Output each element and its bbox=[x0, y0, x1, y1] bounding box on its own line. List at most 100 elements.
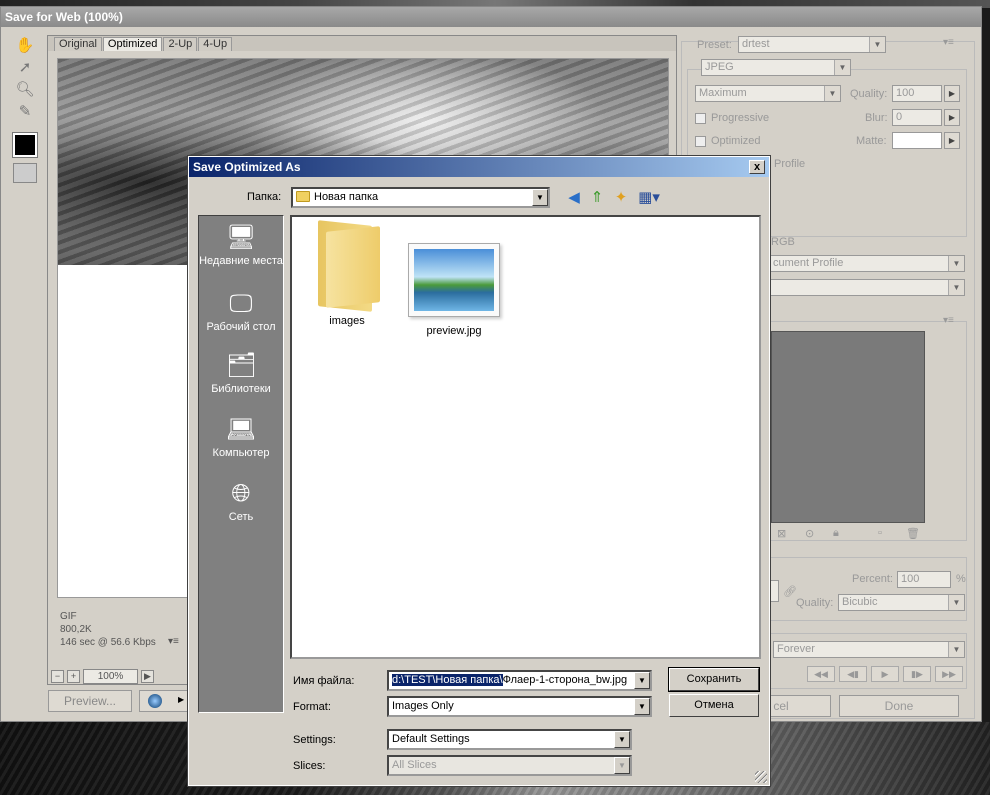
progressive-label: Progressive bbox=[711, 112, 770, 124]
settings-combo[interactable]: Default Settings ▼ bbox=[387, 729, 632, 750]
tab-optimized[interactable]: Optimized bbox=[102, 37, 163, 51]
lock-color-icon[interactable]: 🔒︎ bbox=[833, 527, 839, 540]
looping-dropdown[interactable]: Forever bbox=[773, 641, 965, 658]
progressive-checkbox[interactable] bbox=[695, 113, 706, 124]
blur-slider-arrow[interactable]: ▶ bbox=[944, 109, 960, 126]
network-icon: 🌐︎ bbox=[231, 480, 251, 507]
info-format: GIF bbox=[60, 611, 77, 622]
tools-panel: ✋ ➚ 🔍︎ ✎ bbox=[11, 35, 39, 183]
file-item-folder[interactable]: images bbox=[302, 220, 392, 327]
preview-button[interactable]: Preview... bbox=[48, 690, 132, 712]
rgb-label: RGB bbox=[771, 236, 795, 248]
sfw-done-button[interactable]: Done bbox=[839, 695, 959, 717]
filename-input[interactable]: d:\TEST\Новая папка\Флаер-1-сторона_bw.j… bbox=[387, 670, 652, 691]
next-frame-button[interactable]: ▮▶ bbox=[903, 666, 931, 682]
browser-icon bbox=[148, 694, 162, 708]
new-color-icon[interactable]: ▫ bbox=[878, 527, 882, 539]
settings-label: Settings: bbox=[293, 734, 336, 746]
settings-combo-arrow[interactable]: ▼ bbox=[614, 731, 630, 748]
file-list[interactable]: images preview.jpg bbox=[290, 215, 761, 659]
quality-slider-arrow[interactable]: ▶ bbox=[944, 85, 960, 102]
desktop-icon: 🖵︎ bbox=[229, 290, 253, 317]
new-folder-icon[interactable]: ✦ bbox=[612, 189, 630, 207]
map-to-transparent-icon[interactable]: ⊠ bbox=[777, 527, 786, 540]
folder-name: Новая папка bbox=[314, 191, 379, 203]
preset-dropdown[interactable]: drtest bbox=[738, 36, 886, 53]
quality-field[interactable]: 100 bbox=[892, 85, 942, 102]
format-value: Images Only bbox=[392, 700, 454, 712]
constrain-link-box[interactable] bbox=[769, 580, 779, 602]
matte-swatch[interactable] bbox=[892, 132, 942, 149]
format-label: Format: bbox=[293, 701, 331, 713]
zoom-out-button[interactable]: − bbox=[51, 670, 64, 683]
blur-label: Blur: bbox=[865, 112, 888, 124]
zoom-level[interactable]: 100% bbox=[83, 669, 138, 684]
zoom-menu-arrow[interactable]: ▶ bbox=[141, 670, 154, 683]
back-arrow-icon[interactable]: ◀ bbox=[565, 189, 583, 207]
icc-profile-label: Profile bbox=[774, 158, 806, 170]
web-snap-icon[interactable]: ⊙ bbox=[805, 527, 814, 540]
places-bar: 🖥︎ Недавние места 🖵︎ Рабочий стол 🗂︎ Биб… bbox=[198, 215, 284, 713]
save-optimized-as-dialog: Save Optimized As x Папка: Новая папка ▼… bbox=[187, 155, 771, 787]
optimized-checkbox[interactable] bbox=[695, 136, 706, 147]
preset-label: Preset: bbox=[697, 39, 732, 51]
percent-label: Percent: bbox=[852, 573, 893, 585]
eyedropper-tool-icon[interactable]: ✎ bbox=[14, 101, 36, 123]
tab-4-up[interactable]: 4-Up bbox=[198, 37, 233, 51]
folder-large-icon bbox=[312, 220, 382, 312]
eyedropper-color-swatch[interactable] bbox=[12, 132, 38, 158]
quality-preset-dropdown[interactable]: Maximum bbox=[695, 85, 841, 102]
tab-original[interactable]: Original bbox=[54, 37, 102, 51]
file-item-folder-label: images bbox=[329, 315, 365, 327]
format-combo[interactable]: Images Only ▼ bbox=[387, 696, 652, 717]
place-desktop[interactable]: 🖵︎ Рабочий стол bbox=[199, 290, 283, 334]
resize-grip[interactable] bbox=[755, 771, 767, 783]
zoom-controls: − + 100% ▶ bbox=[51, 669, 154, 684]
file-item-image[interactable]: preview.jpg bbox=[404, 243, 504, 337]
zoom-in-button[interactable]: + bbox=[67, 670, 80, 683]
resample-quality-dropdown[interactable]: Bicubic bbox=[838, 594, 965, 611]
blur-field[interactable]: 0 bbox=[892, 109, 942, 126]
place-libraries[interactable]: 🗂︎ Библиотеки bbox=[199, 352, 283, 396]
dialog-close-button[interactable]: x bbox=[749, 160, 765, 174]
constrain-proportions-icon[interactable]: 🔗︎ bbox=[783, 585, 797, 598]
preset-menu-icon[interactable]: ▾≡ bbox=[943, 37, 954, 48]
dialog-title-text: Save Optimized As bbox=[193, 160, 301, 174]
folder-combo-arrow[interactable]: ▼ bbox=[532, 189, 548, 206]
slices-combo: All Slices ▼ bbox=[387, 755, 632, 776]
percent-field[interactable]: 100 bbox=[897, 571, 951, 588]
color-table[interactable] bbox=[771, 331, 925, 523]
color-profile-dropdown[interactable]: cument Profile bbox=[769, 255, 965, 272]
recent-places-icon: 🖥︎ bbox=[226, 224, 257, 251]
first-frame-button[interactable]: ◀◀ bbox=[807, 666, 835, 682]
view-menu-icon[interactable]: ▦▾ bbox=[637, 189, 661, 207]
filename-label: Имя файла: bbox=[293, 675, 355, 687]
format-dropdown[interactable]: JPEG bbox=[701, 59, 851, 76]
cancel-button[interactable]: Отмена bbox=[669, 694, 759, 717]
matte-menu-arrow[interactable]: ▶ bbox=[944, 132, 960, 149]
place-computer[interactable]: 💻︎ Компьютер bbox=[199, 416, 283, 460]
slice-select-tool-icon[interactable]: ➚ bbox=[14, 57, 36, 79]
tab-2-up[interactable]: 2-Up bbox=[163, 37, 198, 51]
folder-combo[interactable]: Новая папка ▼ bbox=[291, 187, 550, 208]
save-button[interactable]: Сохранить bbox=[668, 667, 760, 692]
browser-preview-button[interactable]: ▶ bbox=[139, 690, 189, 712]
place-desktop-label: Рабочий стол bbox=[206, 321, 276, 333]
place-network[interactable]: 🌐︎ Сеть bbox=[199, 480, 283, 524]
up-folder-icon[interactable]: ⇑ bbox=[588, 189, 606, 207]
zoom-tool-icon[interactable]: 🔍︎ bbox=[14, 79, 36, 101]
delete-color-icon[interactable]: 🗑︎ bbox=[906, 527, 920, 540]
hand-tool-icon[interactable]: ✋ bbox=[14, 35, 36, 57]
metadata-dropdown[interactable] bbox=[769, 279, 965, 296]
last-frame-button[interactable]: ▶▶ bbox=[935, 666, 963, 682]
filename-combo-arrow[interactable]: ▼ bbox=[634, 672, 650, 689]
sfw-title: Save for Web (100%) bbox=[1, 7, 981, 27]
browser-menu-arrow[interactable]: ▶ bbox=[178, 695, 184, 704]
play-button[interactable]: ▶ bbox=[871, 666, 899, 682]
format-combo-arrow[interactable]: ▼ bbox=[634, 698, 650, 715]
color-table-menu-icon[interactable]: ▾≡ bbox=[943, 315, 954, 326]
toggle-slices-icon[interactable] bbox=[13, 163, 37, 183]
previous-frame-button[interactable]: ◀▮ bbox=[839, 666, 867, 682]
place-recent[interactable]: 🖥︎ Недавние места bbox=[199, 224, 283, 268]
info-menu-icon[interactable]: ▾≡ bbox=[168, 636, 179, 647]
